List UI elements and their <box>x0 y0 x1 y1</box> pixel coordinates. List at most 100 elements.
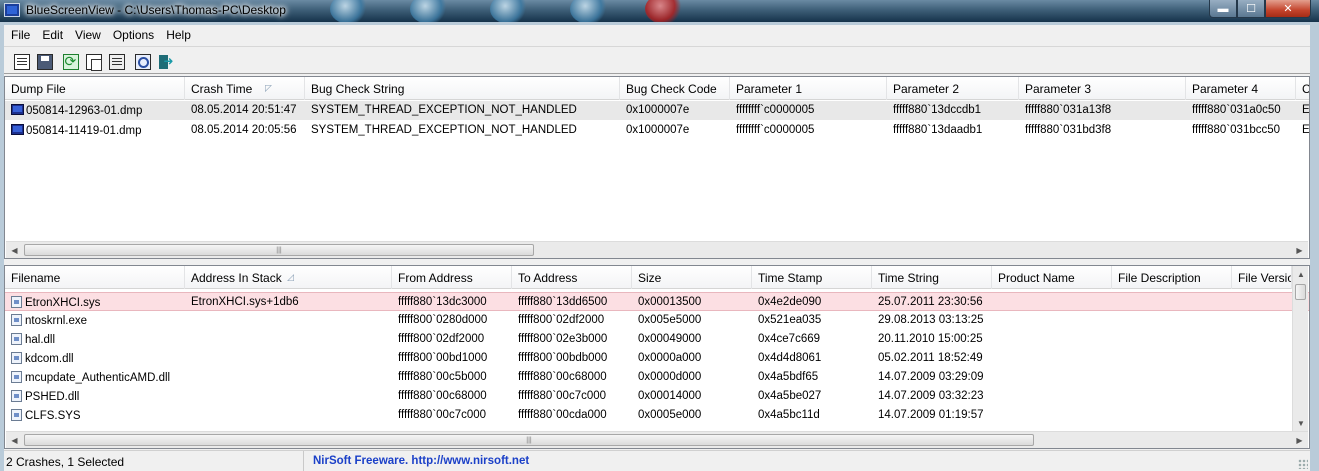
cell-text: EtronXHCI.sys+1db6 <box>191 296 299 308</box>
driver-list-vscrollbar[interactable]: ▲ ▼ <box>1292 266 1308 431</box>
column-header-dump-file[interactable]: Dump File <box>5 77 185 100</box>
cell-text: 0x521ea035 <box>758 314 822 326</box>
menu-file[interactable]: File <box>6 25 37 45</box>
column-header-c[interactable]: C <box>1296 77 1310 100</box>
column-header-parameter-3[interactable]: Parameter 3 <box>1019 77 1186 100</box>
find-icon <box>134 54 151 70</box>
cell-text: 0x4ce7c669 <box>758 333 821 345</box>
cell-product-name <box>992 293 1112 312</box>
cell-text: fffff800`00bdb000 <box>518 352 608 364</box>
column-header-file-versio[interactable]: File Versio <box>1232 266 1292 289</box>
app-icon[interactable] <box>4 3 20 17</box>
cell-text: fffff800`00bd1000 <box>398 352 488 364</box>
driver-list-hscrollbar[interactable]: ◀ ||| ▶ <box>6 431 1308 448</box>
menu-help[interactable]: Help <box>161 25 198 45</box>
column-header-from-address[interactable]: From Address <box>392 266 512 289</box>
crash-list-hscrollbar[interactable]: ◀ ||| ▶ <box>6 241 1308 258</box>
menu-options[interactable]: Options <box>108 25 161 45</box>
column-header-label: To Address <box>518 271 578 285</box>
cell-text: 0x0000d000 <box>638 371 702 383</box>
column-header-label: C <box>1302 82 1310 96</box>
cell-text: 0x1000007e <box>626 124 690 136</box>
cell-file-description <box>1112 293 1232 312</box>
properties-button[interactable] <box>105 51 128 73</box>
scroll-right-icon[interactable]: ▶ <box>1291 432 1308 448</box>
find-button[interactable] <box>131 51 154 73</box>
exit-icon <box>158 54 174 70</box>
close-button[interactable]: ✕ <box>1265 0 1311 18</box>
driver-file-icon <box>11 371 22 383</box>
cell-text: 08.05.2014 20:51:47 <box>191 104 297 116</box>
table-row[interactable]: kdcom.dll fffff800`00bd1000 fffff800`00bdb… <box>5 349 1309 368</box>
menu-view[interactable]: View <box>70 25 108 45</box>
table-row[interactable]: CLFS.SYS fffff880`00c7c000 fffff880`00cda0… <box>5 406 1309 425</box>
cell-from-address: fffff880`00c68000 <box>392 387 512 406</box>
properties-icon <box>108 54 125 70</box>
copy-button[interactable] <box>82 51 105 73</box>
crash-list[interactable]: Dump File Crash Time ◸ Bug Check String Bug … <box>4 76 1310 259</box>
cell-text: hal.dll <box>25 334 56 346</box>
column-header-bug-check-string[interactable]: Bug Check String <box>305 77 620 100</box>
cell-text: 0x4a5bc11d <box>758 409 820 421</box>
column-header-filename[interactable]: Filename <box>5 266 185 289</box>
resize-grip[interactable] <box>1298 459 1308 469</box>
exit-button[interactable] <box>154 51 177 73</box>
scroll-up-icon[interactable]: ▲ <box>1293 266 1309 282</box>
scroll-right-icon[interactable]: ▶ <box>1291 242 1308 258</box>
html-report-button[interactable] <box>10 51 33 73</box>
column-header-time-stamp[interactable]: Time Stamp <box>752 266 872 289</box>
cell-text: fffff880`031a13f8 <box>1025 104 1112 116</box>
column-header-time-string[interactable]: Time String <box>872 266 992 289</box>
table-row[interactable]: mcupdate_AuthenticAMD.dll fffff880`00c5b0… <box>5 368 1309 387</box>
cell-text: fffff880`031a0c50 <box>1192 104 1281 116</box>
title-bar[interactable]: BlueScreenView - C:\Users\Thomas-PC\Desk… <box>0 0 1319 24</box>
column-header-crash-time[interactable]: Crash Time ◸ <box>185 77 305 100</box>
table-row[interactable]: EtronXHCI.sys EtronXHCI.sys+1db6 fffff880`… <box>5 292 1309 311</box>
column-header-product-name[interactable]: Product Name <box>992 266 1112 289</box>
menu-edit[interactable]: Edit <box>37 25 70 45</box>
column-header-address-in-stack[interactable]: Address In Stack ◿ <box>185 266 392 289</box>
cell-size: 0x0005e000 <box>632 406 752 425</box>
column-header-parameter-2[interactable]: Parameter 2 <box>887 77 1019 100</box>
scroll-down-icon[interactable]: ▼ <box>1293 415 1309 431</box>
cell-text: fffff880`13daadb1 <box>893 124 983 136</box>
cell-parameter-3: fffff880`031bd3f8 <box>1019 121 1186 140</box>
minimize-button[interactable]: ▬ <box>1209 0 1237 18</box>
status-bar: 2 Crashes, 1 Selected NirSoft Freeware. … <box>4 450 1310 471</box>
cell-parameter-2: fffff880`13dccdb1 <box>887 101 1019 120</box>
cell-text: fffff880`00c7c000 <box>518 390 607 402</box>
column-header-file-description[interactable]: File Description <box>1112 266 1232 289</box>
column-header-label: Size <box>638 271 662 285</box>
cell-from-address: fffff880`00c7c000 <box>392 406 512 425</box>
maximize-button[interactable]: ☐ <box>1237 0 1265 18</box>
column-header-parameter-1[interactable]: Parameter 1 <box>730 77 887 100</box>
cell-text: 0x0000a000 <box>638 352 702 364</box>
scroll-thumb[interactable]: ||| <box>24 244 534 256</box>
cell-address-in-stack <box>185 368 392 387</box>
scroll-left-icon[interactable]: ◀ <box>6 432 23 448</box>
desktop-bubble <box>645 0 683 24</box>
cell-text: 20.11.2010 15:00:25 <box>878 333 983 345</box>
cell-text: fffff800`02df2000 <box>518 314 605 326</box>
scroll-left-icon[interactable]: ◀ <box>6 242 23 258</box>
scroll-thumb[interactable]: ||| <box>24 434 1034 446</box>
nirsoft-link[interactable]: NirSoft Freeware. http://www.nirsoft.net <box>311 451 911 471</box>
cell-time-string: 14.07.2009 01:19:57 <box>872 406 992 425</box>
column-header-label: Time Stamp <box>758 271 823 285</box>
save-button[interactable] <box>33 51 56 73</box>
refresh-button[interactable] <box>59 51 82 73</box>
table-row[interactable]: PSHED.dll fffff880`00c68000 fffff880`00c7c… <box>5 387 1309 406</box>
column-header-bug-check-code[interactable]: Bug Check Code <box>620 77 730 100</box>
column-header-label: Parameter 4 <box>1192 82 1259 96</box>
cell-size: 0x0000a000 <box>632 349 752 368</box>
table-row[interactable]: 050814-12963-01.dmp 08.05.2014 20:51:47 SY… <box>5 101 1309 120</box>
driver-list[interactable]: Filename Address In Stack ◿ From Address To … <box>4 265 1310 449</box>
column-header-parameter-4[interactable]: Parameter 4 <box>1186 77 1296 100</box>
column-header-to-address[interactable]: To Address <box>512 266 632 289</box>
table-row[interactable]: 050814-11419-01.dmp 08.05.2014 20:05:56 SY… <box>5 121 1309 140</box>
table-row[interactable]: hal.dll fffff800`02df2000 fffff800`02e3b00… <box>5 330 1309 349</box>
scroll-thumb[interactable] <box>1295 284 1306 300</box>
table-row[interactable]: ntoskrnl.exe fffff800`0280d000 fffff800`02… <box>5 311 1309 330</box>
column-header-size[interactable]: Size <box>632 266 752 289</box>
cell-text: 0x005e5000 <box>638 314 702 326</box>
